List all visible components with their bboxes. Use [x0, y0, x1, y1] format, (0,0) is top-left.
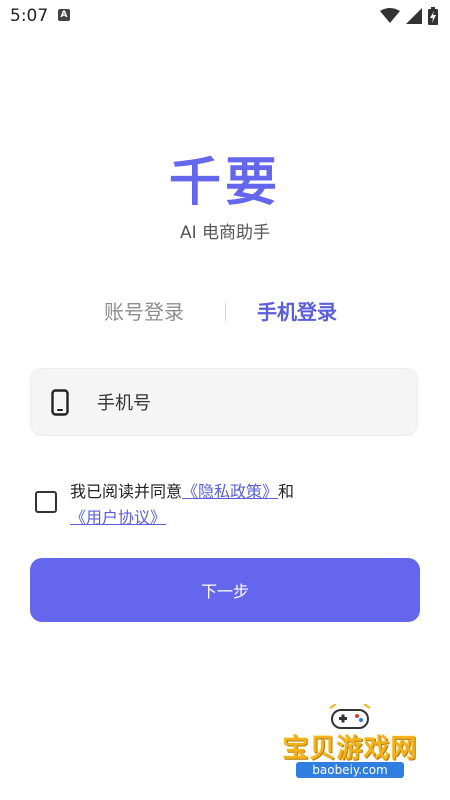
phone-number-input[interactable]: [95, 383, 399, 423]
watermark-title: 宝贝游戏网: [282, 734, 418, 764]
agreement-conjunction: 和: [278, 482, 295, 501]
notification-badge-icon: A: [58, 9, 70, 21]
next-step-button[interactable]: 下一步: [30, 558, 420, 622]
battery-charging-icon: [428, 7, 438, 25]
gamepad-icon: [330, 704, 370, 729]
status-icons: [380, 6, 438, 26]
wifi-icon: [380, 8, 400, 23]
status-bar: 5:07 A: [0, 0, 450, 32]
mobile-phone-icon: [51, 389, 69, 416]
signal-icon: [406, 8, 422, 24]
app-title: 千要: [168, 153, 281, 213]
watermark-logo: 宝贝游戏网 baobeiy.com: [270, 700, 430, 790]
app-subtitle: AI 电商助手: [179, 223, 271, 243]
tab-phone-login[interactable]: 手机登录: [257, 298, 337, 326]
user-agreement-link[interactable]: 《用户协议》: [70, 508, 166, 527]
phone-field[interactable]: [30, 368, 418, 436]
status-time: 5:07: [10, 6, 49, 26]
privacy-policy-link[interactable]: 《隐私政策》: [182, 482, 278, 501]
agreement-text: 我已阅读并同意《隐私政策》和《用户协议》: [70, 479, 370, 531]
login-mode-tabs: 账号登录 手机登录: [0, 298, 450, 328]
tab-divider: [225, 303, 226, 321]
agreement-prefix: 我已阅读并同意: [70, 482, 183, 501]
tab-account-login[interactable]: 账号登录: [104, 298, 184, 326]
agreement-checkbox[interactable]: [35, 491, 57, 513]
login-screen: 5:07 A 千要 AI 电商助手 账号登录 手机登录 手机号 我已阅读并同意《…: [0, 0, 450, 800]
watermark-url: baobeiy.com: [296, 762, 404, 778]
